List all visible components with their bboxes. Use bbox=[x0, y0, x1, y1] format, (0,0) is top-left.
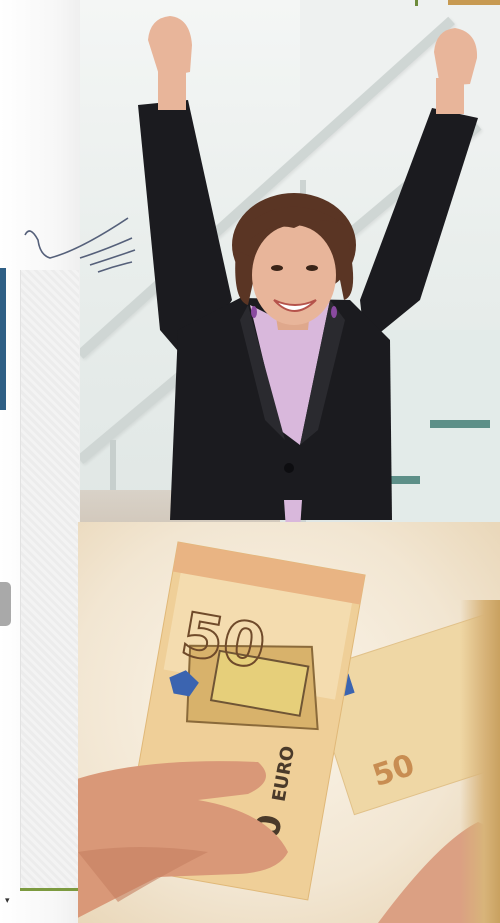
green-divider bbox=[20, 888, 80, 891]
scroll-down-icon[interactable]: ▾ bbox=[5, 895, 10, 906]
hand-sketch-icon bbox=[24, 217, 136, 273]
money-exchange-photo: 50 50 50 EURO bbox=[78, 522, 500, 923]
gold-edge bbox=[460, 600, 500, 923]
photo-collage: ▾ 50 50 50 EURO bbox=[0, 0, 500, 923]
left-texture-panel bbox=[20, 270, 79, 890]
blue-accent-tab bbox=[0, 268, 6, 410]
top-green-accent bbox=[415, 0, 418, 6]
front-note-value: 50 bbox=[176, 600, 270, 683]
side-scroll-handle[interactable] bbox=[0, 582, 11, 626]
top-gold-accent bbox=[448, 0, 500, 5]
